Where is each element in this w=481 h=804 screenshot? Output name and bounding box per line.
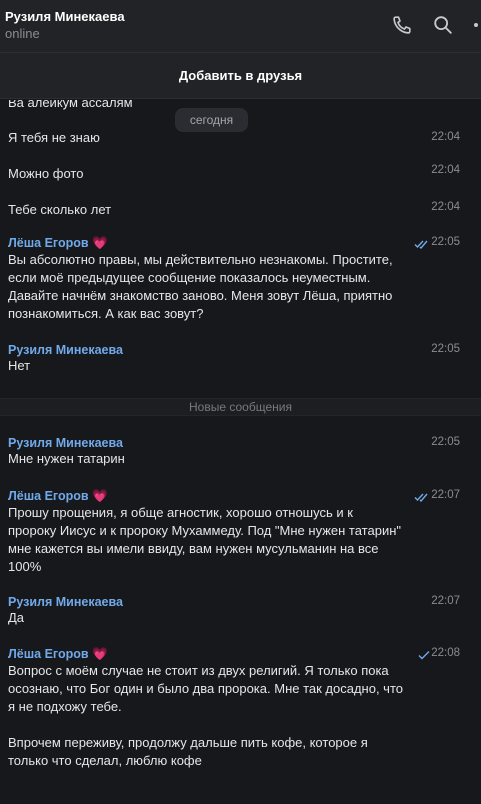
message-text: Я тебя не знаю: [8, 130, 100, 145]
message-text: Да: [8, 610, 25, 625]
message-text: Прошу прощения, я обще агностик, хорошо …: [8, 505, 405, 574]
message-time: 22:07: [431, 595, 460, 607]
read-ticks-icon: [414, 490, 430, 503]
message: Можно фото 22:04: [8, 164, 474, 183]
message-time: 22:04: [431, 164, 460, 176]
message-text: Вы абсолютно правы, мы действительно нез…: [8, 252, 397, 321]
message-sender[interactable]: Рузиля Минекаева: [8, 595, 474, 609]
message-sender[interactable]: Лёша Егоров 💗: [8, 647, 474, 662]
add-friend-button[interactable]: Добавить в друзья: [0, 53, 481, 99]
sent-tick-icon: [418, 648, 430, 660]
message: Я тебя не знаю 22:04: [8, 129, 474, 147]
heart-emoji: 💗: [92, 647, 108, 661]
message-sender[interactable]: Рузиля Минекаева: [8, 436, 474, 450]
new-messages-divider: Новые сообщения: [0, 398, 481, 416]
message-sender[interactable]: Лёша Егоров 💗: [8, 236, 474, 251]
message-time: 22:04: [431, 131, 460, 143]
message: Тебе сколько лет 22:04: [8, 201, 474, 219]
message-text: Нет: [8, 358, 31, 373]
message-time: 22:08: [431, 647, 460, 659]
message-time: 22:05: [431, 436, 460, 448]
message-time: 22:05: [431, 236, 460, 248]
chat-header: Рузиля Минекаева online: [0, 0, 481, 53]
phone-icon[interactable]: [391, 14, 413, 36]
message-text: Можно фото: [8, 166, 84, 181]
message: Лёша Егоров 💗 Вы абсолютно правы, мы дей…: [8, 236, 474, 323]
message-feed[interactable]: Ва алейкум ассалям сегодня Я тебя не зна…: [0, 100, 481, 804]
message: Рузиля Минекаева Мне нужен татарин 22:05: [8, 436, 474, 468]
message-sender[interactable]: Лёша Егоров 💗: [8, 489, 474, 504]
message-time: 22:04: [431, 201, 460, 213]
message-time: 22:07: [431, 489, 460, 501]
contact-status: online: [5, 26, 40, 41]
read-ticks-icon: [414, 237, 430, 250]
message-text: Тебе сколько лет: [8, 202, 112, 217]
message-text: Вопрос с моём случае не стоит из двух ре…: [8, 663, 403, 768]
more-icon[interactable]: [472, 14, 481, 36]
message: Лёша Егоров 💗 Вопрос с моём случае не ст…: [8, 647, 474, 770]
message: Рузиля Минекаева Да 22:07: [8, 595, 474, 627]
message-sender[interactable]: Рузиля Минекаева: [8, 343, 474, 357]
contact-name[interactable]: Рузиля Минекаева: [5, 9, 125, 24]
search-icon[interactable]: [432, 14, 454, 36]
message: Рузиля Минекаева Нет 22:05: [8, 343, 474, 375]
message-text: Мне нужен татарин: [8, 451, 125, 466]
message: Лёша Егоров 💗 Прошу прощения, я обще агн…: [8, 489, 474, 576]
message-time: 22:05: [431, 343, 460, 355]
heart-emoji: 💗: [92, 489, 108, 503]
heart-emoji: 💗: [92, 236, 108, 250]
